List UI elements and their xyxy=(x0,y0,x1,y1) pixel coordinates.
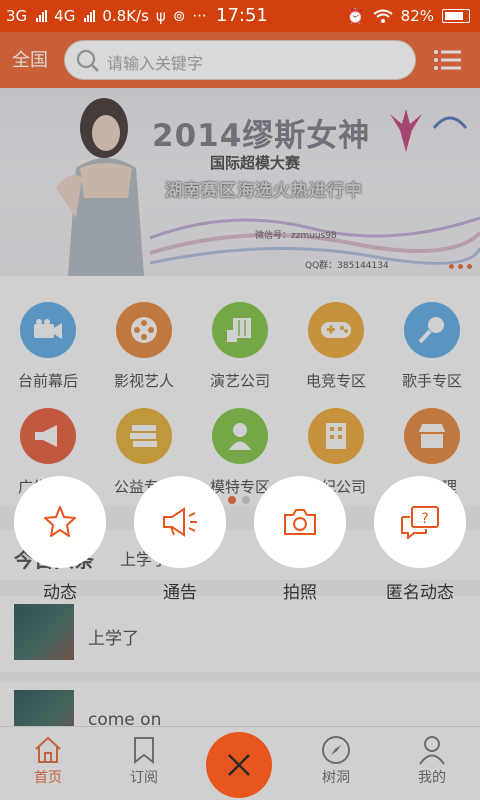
network-type-1: 3G xyxy=(6,7,28,25)
action-announcement[interactable]: 通告 xyxy=(132,476,228,603)
alarm-icon: ⏰ xyxy=(345,7,365,25)
action-take-photo[interactable]: 拍照 xyxy=(252,476,348,603)
close-icon xyxy=(228,754,250,776)
megaphone-icon xyxy=(134,476,226,568)
battery-icon xyxy=(442,9,470,23)
svg-text:?: ? xyxy=(421,511,428,527)
action-anonymous-post[interactable]: ? 匿名动态 xyxy=(372,476,468,603)
battery-percent: 82% xyxy=(400,7,434,25)
overlay-dim[interactable] xyxy=(0,88,480,800)
action-post-dynamic[interactable]: 动态 xyxy=(12,476,108,603)
signal-icon xyxy=(84,10,96,22)
network-speed: 0.8K/s xyxy=(102,7,149,25)
close-button[interactable] xyxy=(206,732,272,798)
star-icon xyxy=(14,476,106,568)
overlay-dim-top xyxy=(0,32,480,88)
signal-icon xyxy=(36,10,48,22)
sync-icon: ⊚ xyxy=(172,7,186,25)
clock: 17:51 xyxy=(216,5,268,26)
wifi-icon xyxy=(373,9,393,23)
camera-icon xyxy=(254,476,346,568)
status-bar: 3G 4G 0.8K/s ψ ⊚ ··· 17:51 ⏰ 82% xyxy=(0,0,480,32)
chat-question-icon: ? xyxy=(374,476,466,568)
usb-icon: ψ xyxy=(155,7,166,25)
overflow-dots: ··· xyxy=(192,7,207,25)
network-type-2: 4G xyxy=(54,7,76,25)
